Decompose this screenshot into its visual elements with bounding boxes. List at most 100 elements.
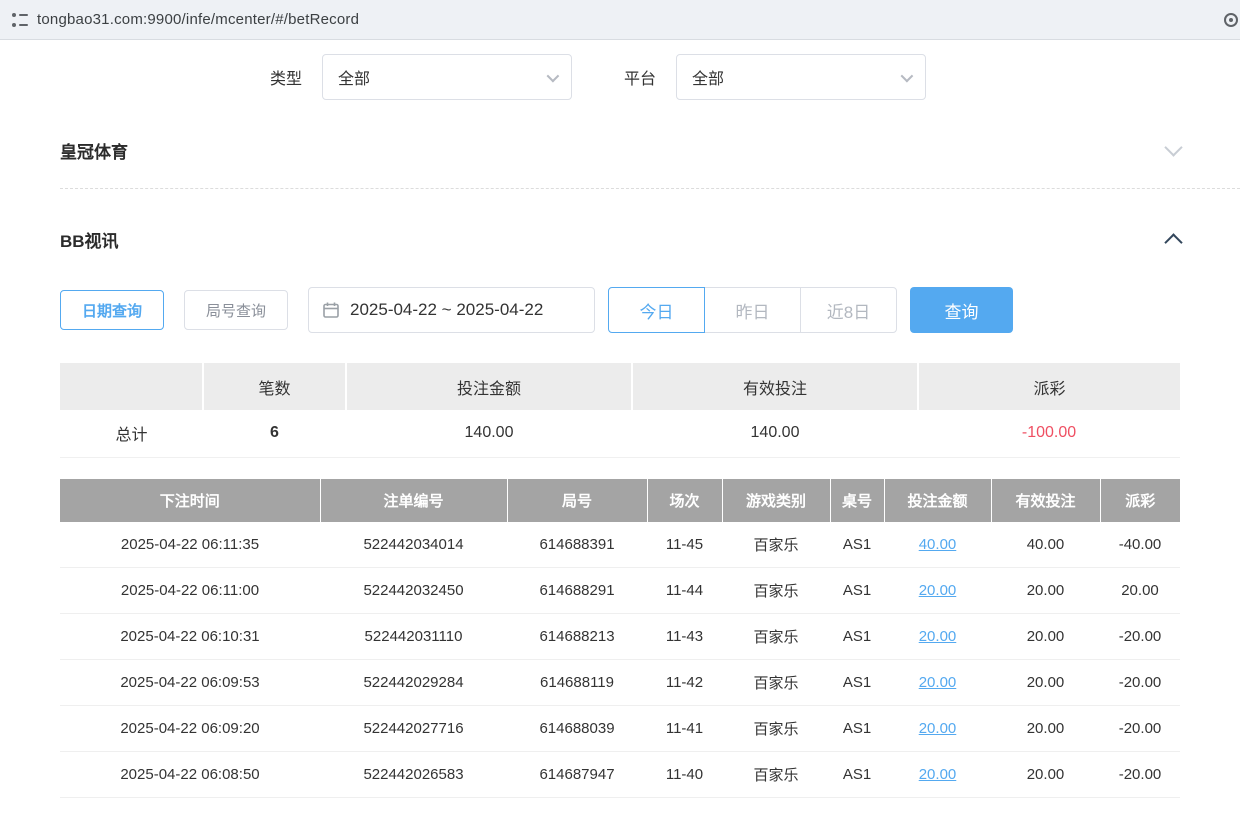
tab-search-icon[interactable]	[12, 13, 28, 27]
bet-time: 2025-04-22 06:08:50	[60, 752, 320, 798]
date-range-input[interactable]: 2025-04-22 ~ 2025-04-22	[308, 287, 595, 333]
header-session: 场次	[647, 479, 722, 522]
bet-time: 2025-04-22 06:09:20	[60, 706, 320, 752]
bet-amount-value[interactable]: 20.00	[919, 582, 957, 599]
session: 11-44	[647, 568, 722, 614]
summary-header-row: 笔数 投注金额 有效投注 派彩	[60, 363, 1180, 410]
bet-amount-link[interactable]: 20.00	[884, 660, 991, 706]
valid-bet: 40.00	[991, 522, 1100, 568]
bet-amount-value[interactable]: 40.00	[919, 536, 957, 553]
summary-valid-bet: 140.00	[632, 410, 918, 457]
date-range-value: 2025-04-22 ~ 2025-04-22	[350, 300, 543, 320]
bet-table-header-row: 下注时间 注单编号 局号 场次 游戏类别 桌号 投注金额 有效投注 派彩	[60, 479, 1180, 522]
header-valid-bet: 有效投注	[991, 479, 1100, 522]
summary-header-payout: 派彩	[918, 363, 1180, 410]
section-title-bb: BB视讯	[60, 227, 119, 252]
bet-amount-value[interactable]: 20.00	[919, 720, 957, 737]
table-no: AS1	[830, 568, 884, 614]
calendar-icon	[323, 302, 339, 318]
section-bb-video[interactable]: BB视讯	[60, 213, 1180, 265]
section-crown-sports[interactable]: 皇冠体育	[60, 124, 1180, 176]
bet-amount-link[interactable]: 20.00	[884, 614, 991, 660]
header-table-no: 桌号	[830, 479, 884, 522]
summary-table: 笔数 投注金额 有效投注 派彩 总计 6 140.00 140.00 -100.…	[60, 363, 1180, 458]
chevron-down-icon[interactable]	[1164, 138, 1182, 156]
table-no: AS1	[830, 706, 884, 752]
round-id: 614688119	[507, 660, 647, 706]
valid-bet: 20.00	[991, 660, 1100, 706]
valid-bet: 20.00	[991, 614, 1100, 660]
table-row: 2025-04-22 06:08:50522442026583614687947…	[60, 752, 1180, 798]
session: 11-40	[647, 752, 722, 798]
summary-count: 6	[203, 410, 346, 457]
round-id: 614688391	[507, 522, 647, 568]
game-type: 百家乐	[722, 522, 830, 568]
summary-total-row: 总计 6 140.00 140.00 -100.00	[60, 410, 1180, 457]
summary-header-count: 笔数	[203, 363, 346, 410]
table-row: 2025-04-22 06:09:20522442027716614688039…	[60, 706, 1180, 752]
session: 11-43	[647, 614, 722, 660]
summary-header-valid-bet: 有效投注	[632, 363, 918, 410]
bet-id: 522442031110	[320, 614, 507, 660]
payout: -20.00	[1100, 614, 1180, 660]
table-row: 2025-04-22 06:11:00522442032450614688291…	[60, 568, 1180, 614]
payout: -40.00	[1100, 522, 1180, 568]
bet-record-page: 类型 全部 平台 全部 皇冠体育 BB视讯 日期查询 局号查询	[0, 40, 1240, 826]
search-button[interactable]: 查询	[910, 287, 1013, 333]
header-game-type: 游戏类别	[722, 479, 830, 522]
bet-amount-link[interactable]: 20.00	[884, 752, 991, 798]
chevron-down-icon	[547, 69, 560, 82]
bet-time: 2025-04-22 06:10:31	[60, 614, 320, 660]
game-type: 百家乐	[722, 568, 830, 614]
bet-records-table: 下注时间 注单编号 局号 场次 游戏类别 桌号 投注金额 有效投注 派彩 202…	[60, 479, 1180, 799]
table-row: 2025-04-22 06:10:31522442031110614688213…	[60, 614, 1180, 660]
round-query-button[interactable]: 局号查询	[184, 290, 288, 330]
last-8-days-button[interactable]: 近8日	[800, 287, 897, 333]
type-select[interactable]: 全部	[322, 54, 572, 100]
bet-amount-value[interactable]: 20.00	[919, 628, 957, 645]
yesterday-button[interactable]: 昨日	[704, 287, 801, 333]
today-button[interactable]: 今日	[608, 287, 705, 333]
section-title-crown: 皇冠体育	[60, 138, 128, 163]
payout: -20.00	[1100, 706, 1180, 752]
valid-bet: 20.00	[991, 706, 1100, 752]
browser-address-bar: tongbao31.com:9900/infe/mcenter/#/betRec…	[0, 0, 1240, 40]
bet-table-body: 2025-04-22 06:11:35522442034014614688391…	[60, 522, 1180, 798]
header-bet-time: 下注时间	[60, 479, 320, 522]
table-no: AS1	[830, 522, 884, 568]
platform-select[interactable]: 全部	[676, 54, 926, 100]
bet-amount-link[interactable]: 20.00	[884, 568, 991, 614]
summary-header-blank	[60, 363, 203, 410]
query-toolbar: 日期查询 局号查询 2025-04-22 ~ 2025-04-22 今日 昨日 …	[60, 287, 1180, 333]
header-bet-amount: 投注金额	[884, 479, 991, 522]
payout: -20.00	[1100, 660, 1180, 706]
game-type: 百家乐	[722, 706, 830, 752]
header-payout: 派彩	[1100, 479, 1180, 522]
chevron-down-icon	[901, 69, 914, 82]
summary-bet-amount: 140.00	[346, 410, 632, 457]
bet-time: 2025-04-22 06:09:53	[60, 660, 320, 706]
summary-header-bet-amount: 投注金额	[346, 363, 632, 410]
header-bet-id: 注单编号	[320, 479, 507, 522]
table-row: 2025-04-22 06:11:35522442034014614688391…	[60, 522, 1180, 568]
bet-id: 522442032450	[320, 568, 507, 614]
payout: 20.00	[1100, 568, 1180, 614]
bet-amount-link[interactable]: 40.00	[884, 522, 991, 568]
session: 11-42	[647, 660, 722, 706]
date-query-button[interactable]: 日期查询	[60, 290, 164, 330]
valid-bet: 20.00	[991, 568, 1100, 614]
bet-amount-link[interactable]: 20.00	[884, 706, 991, 752]
round-id: 614688213	[507, 614, 647, 660]
browser-extension-icon[interactable]	[1224, 13, 1238, 27]
url-text[interactable]: tongbao31.com:9900/infe/mcenter/#/betRec…	[37, 11, 359, 28]
summary-total-label: 总计	[60, 410, 203, 457]
bet-amount-value[interactable]: 20.00	[919, 766, 957, 783]
bet-time: 2025-04-22 06:11:00	[60, 568, 320, 614]
type-select-value: 全部	[338, 65, 370, 89]
bet-amount-value[interactable]: 20.00	[919, 674, 957, 691]
chevron-up-icon[interactable]	[1164, 233, 1182, 251]
table-row: 2025-04-22 06:09:53522442029284614688119…	[60, 660, 1180, 706]
game-type: 百家乐	[722, 660, 830, 706]
header-round-id: 局号	[507, 479, 647, 522]
table-no: AS1	[830, 660, 884, 706]
